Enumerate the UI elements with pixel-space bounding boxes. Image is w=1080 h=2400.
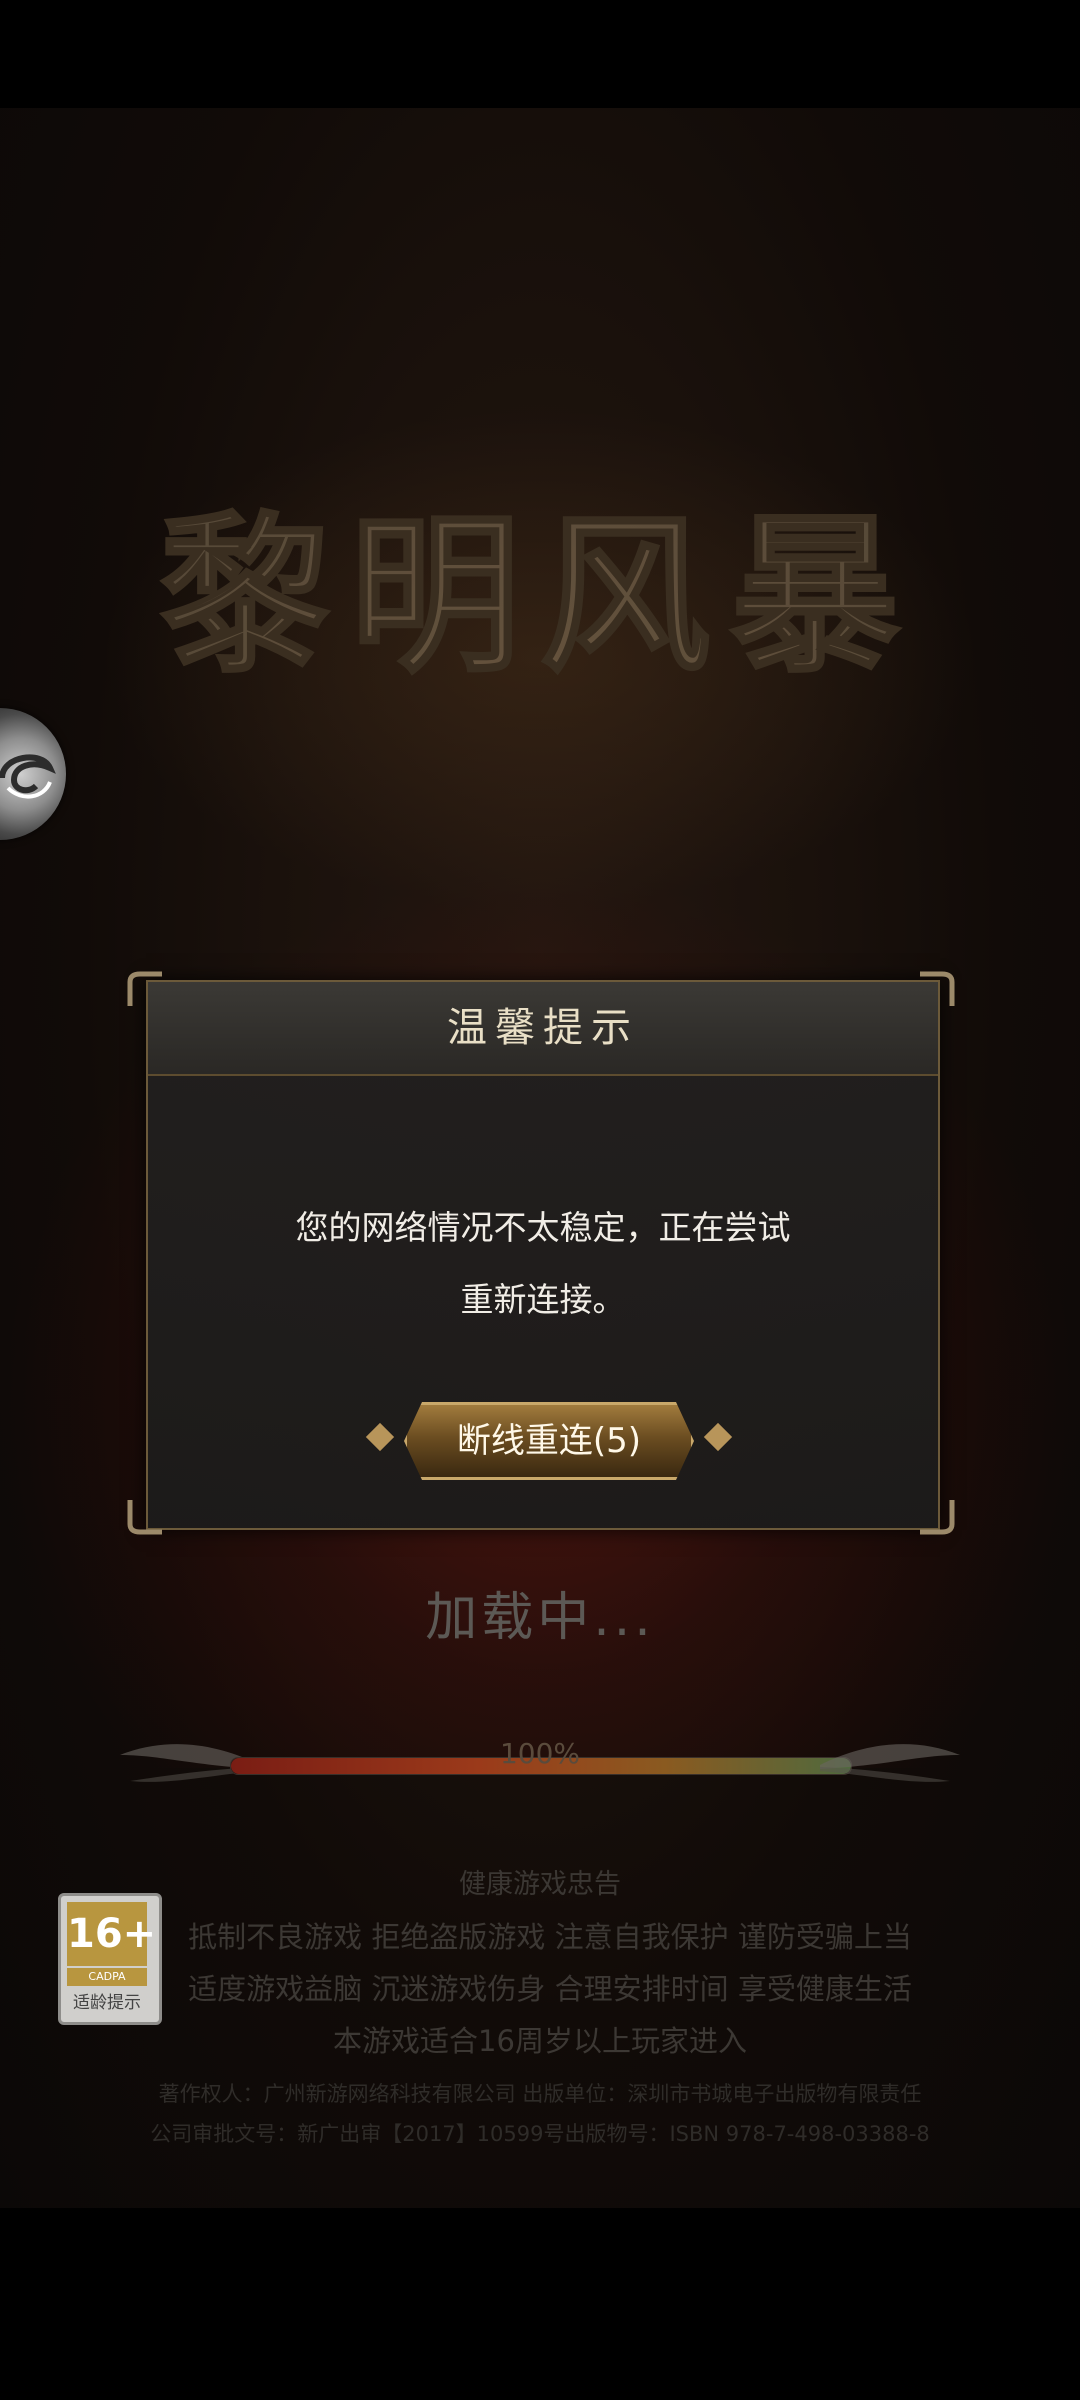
game-logo: 黎明风暴 — [158, 505, 920, 698]
button-right-ornament — [703, 1422, 733, 1452]
loading-text: 加载中... — [425, 1588, 655, 1648]
reconnect-dialog: 温馨提示 您的网络情况不太稳定，正在尝试 重新连接。 断线重连(5) — [127, 971, 955, 1535]
corner-ornament-bottom-left — [127, 1500, 162, 1535]
svg-text:黎明风暴: 黎明风暴 — [160, 505, 920, 696]
reconnect-button[interactable]: 断线重连(5) — [404, 1402, 694, 1480]
copyright-line-1: 著作权人：广州新游网络科技有限公司 出版单位：深圳市书城电子出版物有限责任 — [158, 2082, 922, 2106]
age-rating-badge: 16+ CADPA 适龄提示 — [58, 1893, 162, 2025]
bottom-navigation-area — [0, 2208, 1080, 2400]
dialog-message-line-1: 您的网络情况不太稳定，正在尝试 — [295, 1208, 791, 1247]
dialog-panel: 温馨提示 您的网络情况不太稳定，正在尝试 重新连接。 断线重连(5) — [146, 980, 940, 1530]
corner-ornament-top-right — [920, 971, 955, 1006]
dialog-message-line-2: 重新连接。 — [460, 1280, 626, 1319]
dialog-title: 温馨提示 — [447, 1005, 639, 1051]
right-wing-ornament — [820, 1744, 960, 1782]
health-notice-line-1: 抵制不良游戏 拒绝盗版游戏 注意自我保护 谨防受骗上当 — [188, 1920, 912, 1954]
health-notice-line-2: 适度游戏益脑 沉迷游戏伤身 合理安排时间 享受健康生活 — [188, 1972, 912, 2006]
swirl-icon — [0, 754, 56, 799]
corner-ornament-bottom-right — [920, 1500, 955, 1535]
corner-ornament-top-left — [127, 971, 162, 1006]
loading-progress: 100% — [110, 1725, 970, 1805]
age-rating-org: CADPA — [67, 1968, 147, 1986]
button-left-ornament — [365, 1422, 395, 1452]
age-rating-tip: 适龄提示 — [73, 1993, 141, 2013]
age-rating-number: 16+ — [67, 1902, 156, 1966]
top-status-area — [0, 0, 1080, 108]
copyright-line-2: 公司审批文号：新广出审【2017】10599号出版物号：ISBN 978-7-4… — [150, 2122, 930, 2146]
health-notice-line-3: 本游戏适合16周岁以上玩家进入 — [333, 2024, 747, 2058]
health-notice-title: 健康游戏忠告 — [459, 1869, 621, 1900]
dialog-message: 您的网络情况不太稳定，正在尝试 重新连接。 — [188, 1192, 898, 1336]
